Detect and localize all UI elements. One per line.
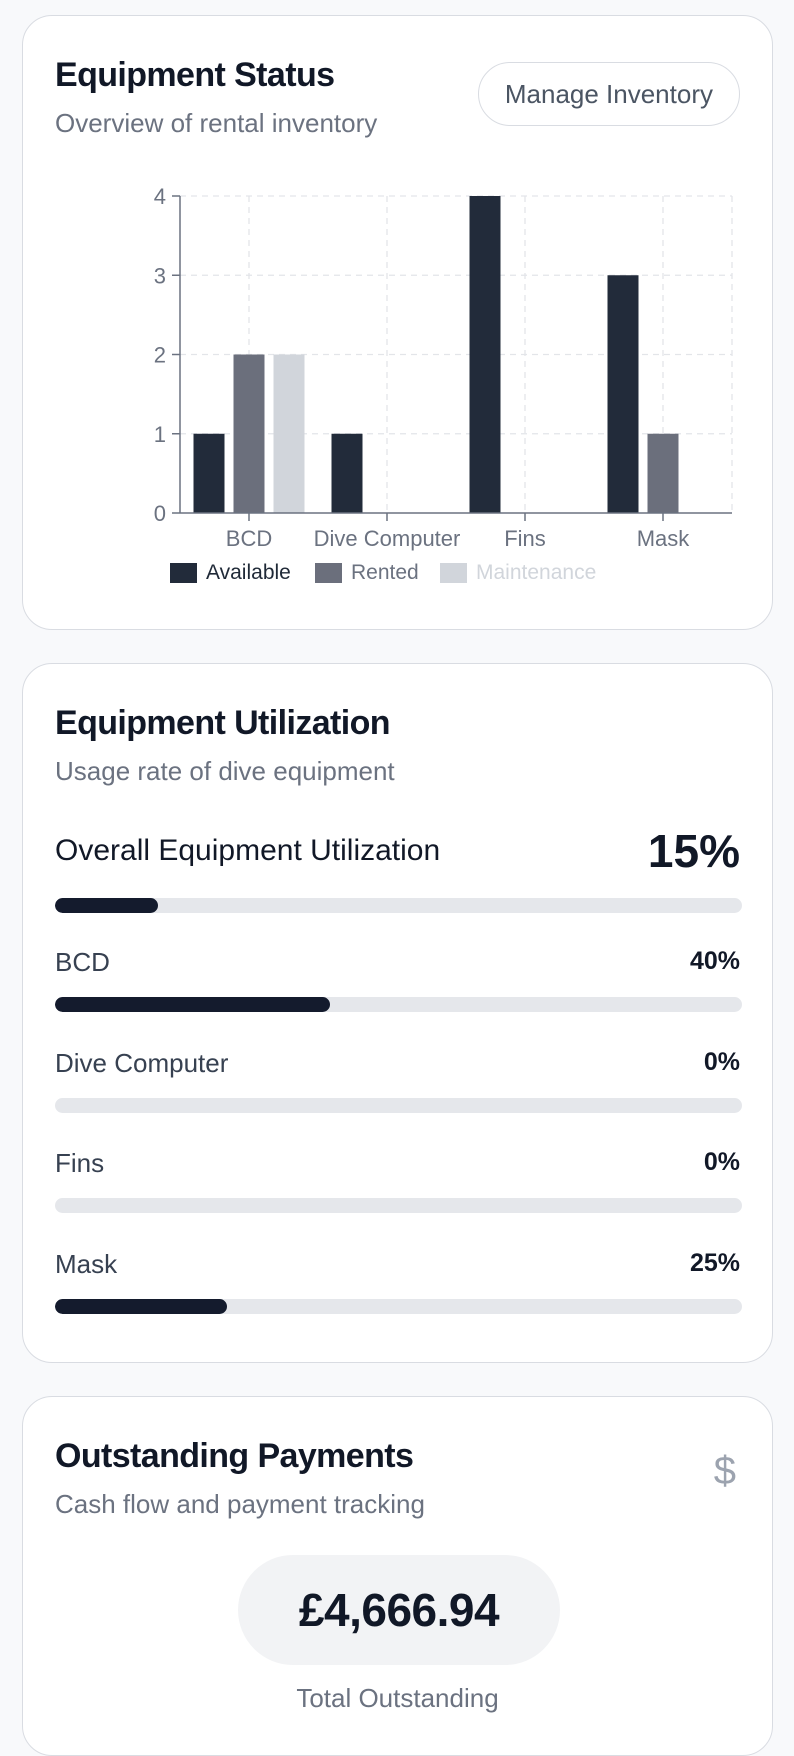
equipment-status-title: Equipment Status <box>55 56 335 94</box>
overall-utilization-bar <box>55 898 742 913</box>
utilization-value-bcd: 40% <box>689 947 740 975</box>
legend-label: Available <box>206 561 291 584</box>
total-outstanding-label: Total Outstanding <box>296 1683 499 1713</box>
x-tick-label: BCD <box>226 526 272 551</box>
bar-available-fins <box>469 196 501 513</box>
utilization-bar-fill <box>55 997 330 1012</box>
dollar-icon: $ <box>713 1449 736 1493</box>
legend-item-maintenance[interactable]: Maintenance <box>440 561 596 585</box>
legend-label: Rented <box>351 561 419 584</box>
utilization-bar-fins <box>55 1198 742 1213</box>
equipment-utilization-card: Equipment Utilization Usage rate of dive… <box>22 663 773 1363</box>
bar-rented-bcd <box>233 354 265 513</box>
overall-utilization-label: Overall Equipment Utilization <box>55 834 441 867</box>
bar-available-bcd <box>193 433 225 513</box>
overall-utilization-bar-fill <box>55 898 159 913</box>
equipment-status-card: Equipment Status Overview of rental inve… <box>22 15 773 630</box>
y-tick-label: 0 <box>154 501 166 526</box>
y-tick-label: 4 <box>154 184 166 209</box>
manage-inventory-button[interactable]: Manage Inventory <box>477 62 740 126</box>
utilization-value-fins: 0% <box>703 1148 740 1176</box>
overall-utilization-value: 15% <box>647 825 740 877</box>
x-tick-label: Dive Computer <box>314 526 461 551</box>
equipment-status-chart: 0 1 2 3 4 BCD Dive Computer Fins Mask <box>154 184 733 551</box>
outstanding-payments-card: Outstanding Payments Cash flow and payme… <box>22 1396 773 1756</box>
y-tick-label: 2 <box>154 343 166 368</box>
equipment-status-subtitle: Overview of rental inventory <box>55 108 378 138</box>
bar-rented-mask <box>647 433 679 513</box>
payments-title: Outstanding Payments <box>55 1437 414 1475</box>
utilization-label-mask: Mask <box>55 1249 118 1279</box>
bar-available-mask <box>607 275 639 513</box>
legend-label: Maintenance <box>476 561 597 584</box>
utilization-bar-bcd <box>55 997 742 1012</box>
utilization-label-fins: Fins <box>55 1148 105 1178</box>
utilization-subtitle: Usage rate of dive equipment <box>55 756 395 786</box>
legend-swatch <box>440 563 467 583</box>
bar-maintenance-bcd <box>273 354 305 513</box>
utilization-value-dive-computer: 0% <box>703 1048 740 1076</box>
y-tick-label: 3 <box>154 263 166 288</box>
x-tick-label: Fins <box>504 526 546 551</box>
total-outstanding-amount: £4,666.94 <box>238 1555 560 1665</box>
utilization-value-mask: 25% <box>689 1249 740 1277</box>
y-tick-label: 1 <box>154 422 166 447</box>
utilization-title: Equipment Utilization <box>55 704 391 742</box>
utilization-bar-fill <box>55 1299 227 1314</box>
utilization-bar-dive-computer <box>55 1098 742 1113</box>
utilization-label-bcd: BCD <box>55 947 110 977</box>
legend-swatch <box>170 563 197 583</box>
legend-item-rented[interactable]: Rented <box>315 561 419 585</box>
utilization-label-dive-computer: Dive Computer <box>55 1048 229 1078</box>
legend-swatch <box>315 563 342 583</box>
legend-item-available[interactable]: Available <box>170 561 291 585</box>
utilization-bar-mask <box>55 1299 742 1314</box>
payments-subtitle: Cash flow and payment tracking <box>55 1489 425 1519</box>
bar-available-dive-computer <box>331 433 363 513</box>
x-tick-label: Mask <box>637 526 691 551</box>
